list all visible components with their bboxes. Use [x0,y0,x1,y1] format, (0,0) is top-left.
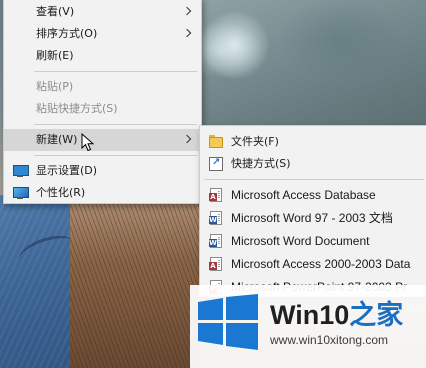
submenu-item-label: 快捷方式(S) [231,157,291,170]
folder-icon [209,135,223,149]
submenu-item-label: 文件夹(F) [231,135,279,148]
wallpaper-hair [70,190,200,368]
menu-item-label: 显示设置(D) [36,164,98,177]
menu-item-paste[interactable]: 粘贴(P) [4,76,201,98]
word-file-icon: W [209,211,223,225]
watermark-url: www.win10xitong.com [270,333,389,347]
menu-item-view[interactable]: 查看(V) [4,1,201,23]
menu-item-label: 个性化(R) [36,186,86,199]
watermark-title-accent: 之家 [349,300,404,330]
submenu-item-access-database[interactable]: A Microsoft Access Database [200,184,426,206]
chevron-right-icon [182,6,192,16]
menu-item-paste-shortcut[interactable]: 粘贴快捷方式(S) [4,98,201,120]
submenu-item-label: Microsoft Access Database [231,188,376,202]
menu-separator [34,155,197,156]
mouse-cursor-icon [81,133,95,152]
personalize-icon [12,186,29,200]
access-file-icon: A [209,188,223,202]
access-file-icon: A [209,257,223,271]
menu-separator [34,71,197,72]
menu-item-label: 排序方式(O) [36,27,98,40]
menu-item-label: 粘贴(P) [36,80,74,93]
word-file-icon: W [209,234,223,248]
chevron-right-icon [182,28,192,38]
menu-item-display-settings[interactable]: 显示设置(D) [4,160,201,182]
wallpaper-light [200,10,270,80]
shortcut-icon: ↗ [209,157,223,171]
watermark-title-main: Win10 [270,300,350,330]
submenu-item-label: Microsoft Word Document [231,234,370,248]
menu-item-label: 粘贴快捷方式(S) [36,102,118,115]
windows-logo-icon [198,294,258,350]
submenu-item-label: Microsoft Access 2000-2003 Data [231,257,411,271]
submenu-item-word-document[interactable]: W Microsoft Word Document [200,230,426,252]
submenu-item-label: Microsoft Word 97 - 2003 文档 [231,211,393,225]
menu-item-label: 查看(V) [36,5,75,18]
menu-separator [34,124,197,125]
menu-item-refresh[interactable]: 刷新(E) [4,45,201,67]
menu-item-personalize[interactable]: 个性化(R) [4,182,201,204]
site-watermark: Win10之家 www.win10xitong.com [190,285,426,368]
new-submenu: 文件夹(F) ↗ 快捷方式(S) A Microsoft Access Data… [199,125,426,297]
watermark-title: Win10之家 [270,293,403,332]
chevron-right-icon [182,134,192,144]
menu-item-label: 新建(W) [36,133,78,146]
submenu-item-word-97-2003[interactable]: W Microsoft Word 97 - 2003 文档 [200,207,426,229]
menu-item-sort-by[interactable]: 排序方式(O) [4,23,201,45]
display-settings-icon [12,164,29,178]
menu-separator [204,179,424,180]
submenu-item-folder[interactable]: 文件夹(F) [200,131,426,153]
menu-item-new[interactable]: 新建(W) [4,129,201,151]
desktop-context-menu: 查看(V) 排序方式(O) 刷新(E) 粘贴(P) 粘贴快捷方式(S) 新建(W… [3,0,202,204]
menu-item-label: 刷新(E) [36,49,74,62]
submenu-item-access-2000-2003[interactable]: A Microsoft Access 2000-2003 Data [200,253,426,275]
submenu-item-shortcut[interactable]: ↗ 快捷方式(S) [200,153,426,175]
